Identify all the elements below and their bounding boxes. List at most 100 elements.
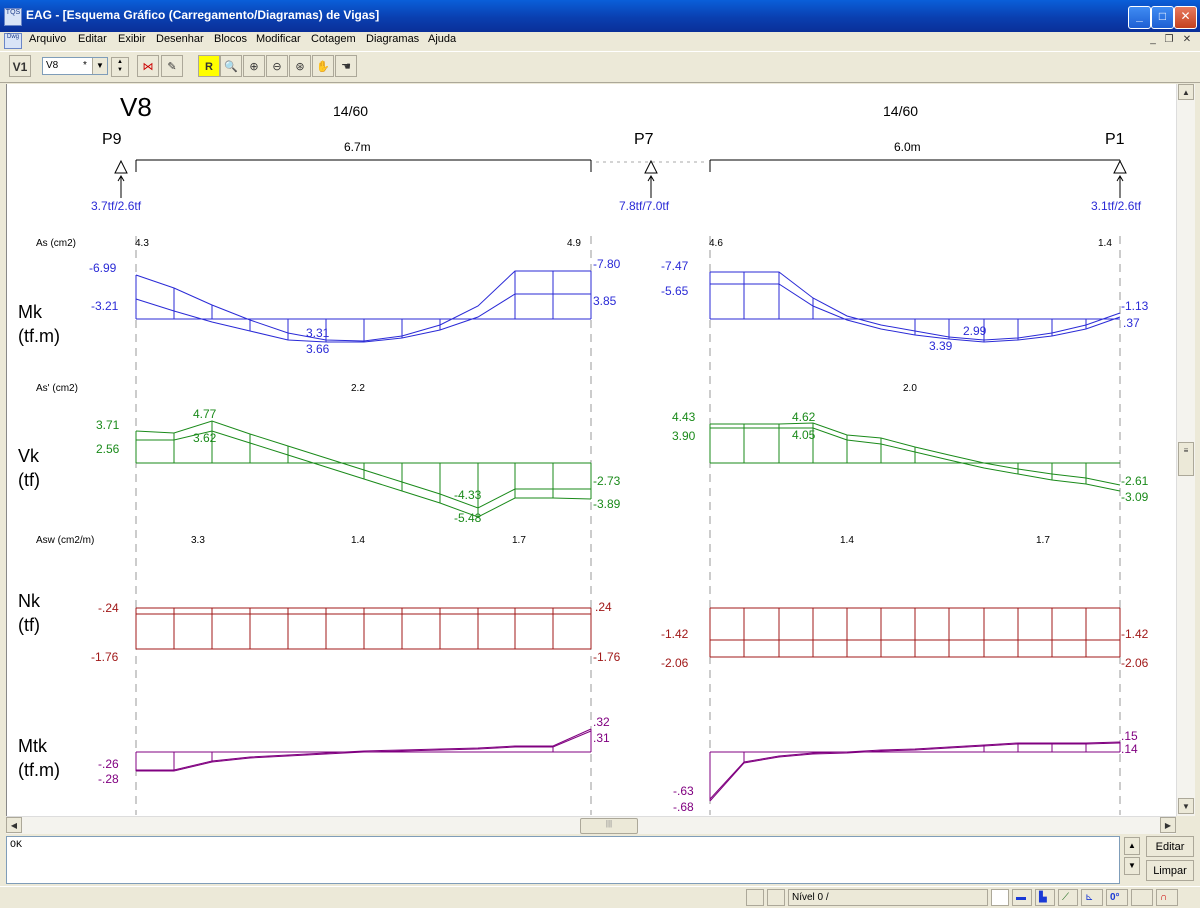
asw-value: 1.7 [512,535,526,546]
zoom-window-icon[interactable]: 🔍 [220,55,242,77]
mtk-values: -.26 -.28 .32 .31 -.63 -.68 .15 .14 [98,715,1138,814]
menu-blocos[interactable]: Blocos [214,33,247,45]
vk-value: 4.62 [792,410,816,424]
mdi-restore-icon[interactable]: ❐ [1162,34,1176,46]
scroll-down-icon[interactable]: ▼ [1178,798,1194,814]
beam-select[interactable]: V8 * ▼ [42,57,108,75]
toolbar: V1 V8 * ▼ ▲ ▼ ⋈ ✎ R 🔍 ⊕ ⊖ ⊛ ✋ ☚ [0,51,1200,83]
beam-diagram: V8 14/60 14/60 P9 P7 P1 6.7m 6.0m 3.7tf/… [18,92,1149,815]
as-value: 4.3 [135,238,149,249]
vk-value: 4.05 [792,428,816,442]
nk-unit: (tf) [18,615,40,635]
asw-value: 3.3 [191,535,205,546]
mtk-value: .31 [593,731,610,745]
menu-diagramas[interactable]: Diagramas [366,33,419,45]
scroll-right-icon[interactable]: ▶ [1160,817,1176,833]
close-button[interactable]: ✕ [1174,6,1197,29]
mtk-value: -.28 [98,772,119,786]
zoom-extents-icon[interactable]: ⊕ [243,55,265,77]
command-scroll-up-icon[interactable]: ▲ [1124,837,1140,855]
document-icon[interactable]: Dwg [4,33,22,49]
status-indicator [767,889,785,906]
beam-diagram-icon[interactable]: ⋈ [137,55,159,77]
title-bar: TQS EAG - [Esquema Gráfico (Carregamento… [0,0,1200,32]
mk-value: 3.31 [306,326,330,340]
nk-value: -.24 [98,601,119,615]
vk-value: 3.90 [672,429,696,443]
zoom-out-icon[interactable]: ⊖ [266,55,288,77]
vk-value: 2.56 [96,442,120,456]
vk-value: -5.48 [454,511,482,525]
menu-arquivo[interactable]: Arquivo [29,33,66,45]
menu-exibir[interactable]: Exibir [118,33,146,45]
minimize-icon: _ [1136,9,1143,23]
nk-value: -1.42 [1121,627,1149,641]
chevron-down-icon[interactable]: ▼ [92,58,107,74]
asw-label: Asw (cm2/m) [36,535,94,546]
menu-modificar[interactable]: Modificar [256,33,301,45]
menu-editar[interactable]: Editar [78,33,107,45]
app-icon[interactable]: TQS [4,8,22,26]
as-label: As (cm2) [36,238,76,249]
menu-cotagem[interactable]: Cotagem [311,33,356,45]
asw-value: 1.7 [1036,535,1050,546]
vertical-scrollbar[interactable]: ▲ ≡ ▼ [1176,84,1195,816]
status-indicator [746,889,764,906]
span2-length: 6.0m [894,140,921,154]
as-value: 4.6 [709,238,723,249]
mtk-label: Mtk [18,736,48,756]
mdi-close-icon[interactable]: ✕ [1180,34,1194,46]
asw-value: 1.4 [840,535,854,546]
vk-value: 3.71 [96,418,120,432]
mk-value: -7.47 [661,259,689,273]
pan-icon[interactable]: ✋ [312,55,334,77]
mk-value: -1.13 [1121,299,1149,313]
snap-icon[interactable]: ▙ [1035,889,1055,906]
support-p1-icon [1113,159,1127,174]
line-weight-icon[interactable]: ▬ [1012,889,1032,906]
minimize-button[interactable]: _ [1128,6,1151,29]
clear-button[interactable]: Limpar [1146,860,1194,881]
command-output[interactable]: OK [6,836,1120,884]
vk-diagram [135,420,1121,518]
nk-value: -2.06 [661,656,689,670]
maximize-button[interactable]: □ [1151,6,1174,29]
edit-beam-icon[interactable]: ✎ [161,55,183,77]
zoom-realtime-icon[interactable]: ⊛ [289,55,311,77]
mtk-value: .14 [1121,742,1138,756]
v1-button[interactable]: V1 [9,55,31,77]
horizontal-scrollbar[interactable]: ◀ ||| ▶ [6,816,1176,834]
span1-section: 14/60 [333,103,368,119]
pan-realtime-icon[interactable]: ☚ [335,55,357,77]
angle-display[interactable]: 0° [1106,889,1128,906]
mk-values: -6.99 -3.21 3.31 3.66 -7.80 3.85 -7.47 -… [89,257,1149,356]
as-value: 4.9 [567,238,581,249]
color-swatch[interactable] [991,889,1009,906]
horizontal-scroll-thumb[interactable]: ||| [580,818,638,834]
ortho-icon[interactable]: ⊾ [1081,889,1103,906]
beam-name: V8 [120,92,152,122]
mk-value: 3.85 [593,294,617,308]
edit-button[interactable]: Editar [1146,836,1194,857]
slope-icon[interactable]: ⟋ [1058,889,1078,906]
menu-ajuda[interactable]: Ajuda [428,33,456,45]
maximize-icon: □ [1158,9,1167,23]
mdi-minimize-icon[interactable]: _ [1146,34,1160,46]
scroll-left-icon[interactable]: ◀ [6,817,22,833]
support-p1-name: P1 [1105,131,1125,148]
redraw-button[interactable]: R [198,55,220,77]
as2-label: As' (cm2) [36,383,78,394]
drawing-canvas[interactable]: V8 14/60 14/60 P9 P7 P1 6.7m 6.0m 3.7tf/… [6,84,1177,816]
vertical-scroll-thumb[interactable]: ≡ [1178,442,1194,476]
command-scroll-down-icon[interactable]: ▼ [1124,857,1140,875]
mtk-unit: (tf.m) [18,760,60,780]
beam-spinner[interactable]: ▲ ▼ [111,57,129,77]
command-output-text: OK [10,840,23,851]
as2-value: 2.0 [903,383,917,394]
support-p7-icon [644,159,658,174]
mk-value: .37 [1123,316,1140,330]
magnet-icon[interactable]: ∩ [1156,889,1178,906]
scroll-up-icon[interactable]: ▲ [1178,84,1194,100]
menu-desenhar[interactable]: Desenhar [156,33,204,45]
support-p9-reaction: 3.7tf/2.6tf [91,199,142,213]
